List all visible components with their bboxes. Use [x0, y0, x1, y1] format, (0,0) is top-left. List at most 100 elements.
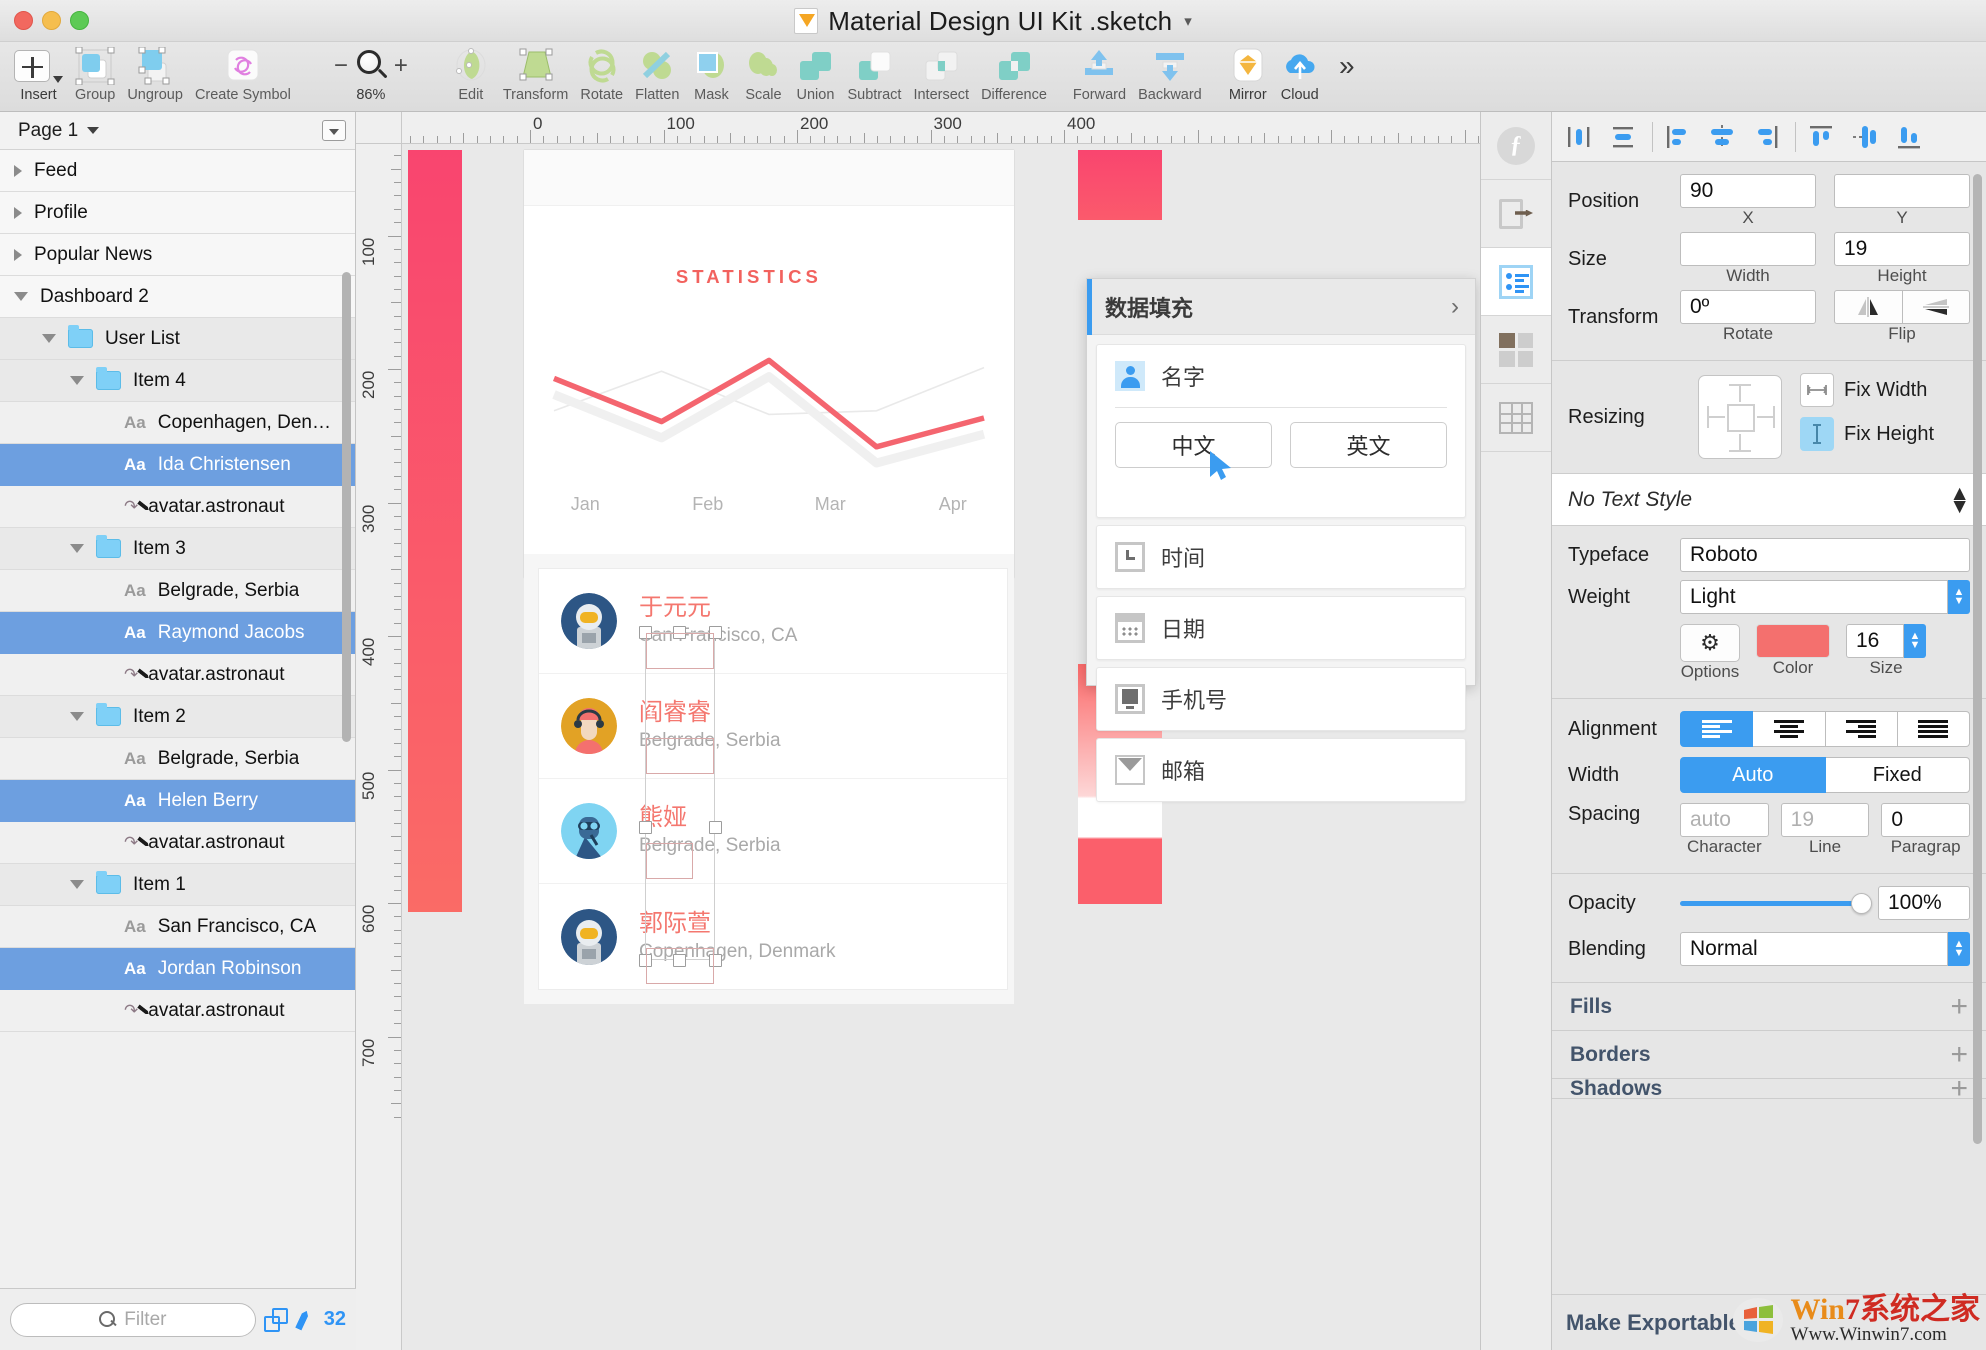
- name-row[interactable]: 名字: [1097, 345, 1465, 407]
- add-border-button[interactable]: +: [1950, 1041, 1968, 1069]
- align-left-icon[interactable]: [1663, 122, 1693, 152]
- line-spacing-input[interactable]: 19: [1781, 803, 1870, 837]
- user-list-row[interactable]: 熊娅Belgrade, Serbia: [539, 779, 1007, 884]
- layer-row[interactable]: ↷avatar.astronaut: [0, 990, 355, 1032]
- data-fill-popup[interactable]: 数据填充 › 名字 中文 英文 时间 日期: [1086, 278, 1476, 686]
- toolbar-rotate[interactable]: Rotate: [574, 42, 629, 112]
- height-input[interactable]: 19: [1834, 232, 1970, 266]
- toolbar-union[interactable]: Union: [789, 42, 841, 112]
- align-text-justify-button[interactable]: [1898, 711, 1970, 747]
- resize-handle[interactable]: [709, 821, 722, 834]
- rail-table[interactable]: [1481, 384, 1551, 452]
- align-text-center-button[interactable]: [1753, 711, 1825, 747]
- disclosure-triangle[interactable]: [70, 712, 84, 721]
- alignment-segmented[interactable]: [1680, 711, 1970, 747]
- weight-select[interactable]: Light: [1680, 580, 1948, 614]
- vertical-ruler[interactable]: 100200300400500600700: [356, 144, 402, 1350]
- borders-section[interactable]: Borders +: [1552, 1031, 1986, 1079]
- toolbar-overflow[interactable]: »: [1326, 42, 1368, 112]
- toolbar-scale[interactable]: Scale: [737, 42, 789, 112]
- user-list-card[interactable]: 于元元San Francisco, CA阎睿睿Belgrade, Serbia熊…: [538, 568, 1008, 990]
- toolbar-difference[interactable]: Difference: [975, 42, 1053, 112]
- disclosure-triangle[interactable]: [70, 376, 84, 385]
- fills-section[interactable]: Fills +: [1552, 983, 1986, 1031]
- align-text-right-button[interactable]: [1826, 711, 1898, 747]
- chinese-button[interactable]: 中文: [1115, 422, 1272, 468]
- disclosure-triangle[interactable]: [14, 207, 22, 219]
- layer-row[interactable]: AaCopenhagen, Den…: [0, 402, 355, 444]
- toolbar-mask[interactable]: Mask: [685, 42, 737, 112]
- disclosure-triangle[interactable]: [14, 292, 28, 301]
- page-selector-bar[interactable]: Page 1: [0, 112, 355, 150]
- toolbar-backward[interactable]: Backward: [1132, 42, 1208, 112]
- text-options-button[interactable]: ⚙: [1680, 624, 1740, 662]
- fix-height-row[interactable]: Fix Height: [1800, 417, 1970, 451]
- shadows-section[interactable]: Shadows +: [1552, 1079, 1986, 1099]
- toolbar-zoom[interactable]: − + 86%: [311, 42, 431, 112]
- phone-item[interactable]: 手机号: [1096, 667, 1466, 731]
- toolbar-cloud[interactable]: Cloud: [1274, 42, 1326, 112]
- statistics-artboard[interactable]: STATISTICS JanFebMarApr: [524, 150, 1014, 578]
- layer-row[interactable]: Item 4: [0, 360, 355, 402]
- distribute-horizontal-icon[interactable]: [1564, 122, 1594, 152]
- toolbar-flatten[interactable]: Flatten: [629, 42, 685, 112]
- page-options-button[interactable]: [322, 120, 346, 141]
- toolbar-insert[interactable]: Insert: [8, 42, 69, 112]
- layer-row[interactable]: Dashboard 2: [0, 276, 355, 318]
- email-item[interactable]: 邮箱: [1096, 738, 1466, 802]
- toolbar-edit[interactable]: Edit: [445, 42, 497, 112]
- layer-row[interactable]: AaSan Francisco, CA: [0, 906, 355, 948]
- layers-scrollbar[interactable]: [342, 272, 351, 742]
- layer-row[interactable]: AaBelgrade, Serbia: [0, 738, 355, 780]
- copies-icon[interactable]: [264, 1308, 288, 1332]
- user-list-row[interactable]: 阎睿睿Belgrade, Serbia: [539, 674, 1007, 779]
- toolbar-mirror[interactable]: Mirror: [1222, 42, 1274, 112]
- align-center-h-icon[interactable]: [1707, 122, 1737, 152]
- zoom-out-icon[interactable]: −: [334, 45, 348, 87]
- inspector-scrollbar[interactable]: [1973, 174, 1982, 1144]
- pink-artboard-corner[interactable]: [1078, 150, 1162, 220]
- distribute-vertical-icon[interactable]: [1608, 122, 1638, 152]
- rail-grid[interactable]: [1481, 316, 1551, 384]
- rotate-input[interactable]: 0º: [1680, 290, 1816, 324]
- align-right-icon[interactable]: [1751, 122, 1781, 152]
- english-button[interactable]: 英文: [1290, 422, 1447, 468]
- toolbar-intersect[interactable]: Intersect: [907, 42, 975, 112]
- layer-row[interactable]: User List: [0, 318, 355, 360]
- align-middle-icon[interactable]: [1850, 122, 1880, 152]
- toolbar-transform[interactable]: Transform: [497, 42, 575, 112]
- typeface-input[interactable]: Roboto: [1680, 538, 1970, 572]
- position-x-input[interactable]: 90: [1680, 174, 1816, 208]
- text-style-selector[interactable]: No Text Style ▲▼: [1552, 474, 1986, 526]
- width-auto-button[interactable]: Auto: [1680, 757, 1826, 793]
- layer-row[interactable]: ↷avatar.astronaut: [0, 654, 355, 696]
- blending-select[interactable]: Normal: [1680, 932, 1948, 966]
- pink-artboard-strip[interactable]: [408, 150, 462, 912]
- horizontal-ruler[interactable]: 0100200300400: [402, 112, 1480, 144]
- layer-row[interactable]: Item 1: [0, 864, 355, 906]
- align-top-icon[interactable]: [1806, 122, 1836, 152]
- flip-vertical-button[interactable]: [1903, 290, 1971, 324]
- layer-list[interactable]: FeedProfilePopular NewsDashboard 2User L…: [0, 150, 355, 1308]
- layer-row[interactable]: AaHelen Berry: [0, 780, 355, 822]
- toolbar-group[interactable]: Group: [69, 42, 121, 112]
- time-item[interactable]: 时间: [1096, 525, 1466, 589]
- font-size-input[interactable]: 16: [1846, 624, 1904, 658]
- toolbar-ungroup[interactable]: Ungroup: [121, 42, 189, 112]
- disclosure-triangle[interactable]: [70, 880, 84, 889]
- user-list-row[interactable]: 郭际萱Copenhagen, Denmark: [539, 884, 1007, 989]
- align-bottom-icon[interactable]: [1894, 122, 1924, 152]
- layer-row[interactable]: Item 3: [0, 528, 355, 570]
- layer-row[interactable]: Popular News: [0, 234, 355, 276]
- rail-export[interactable]: [1481, 180, 1551, 248]
- chevron-updown-icon[interactable]: ▲▼: [1949, 487, 1970, 513]
- chevron-double-right-icon[interactable]: »: [1339, 45, 1355, 87]
- add-fill-button[interactable]: +: [1950, 993, 1968, 1021]
- width-segmented[interactable]: Auto Fixed: [1680, 757, 1970, 793]
- disclosure-triangle[interactable]: [14, 249, 22, 261]
- align-text-left-button[interactable]: [1680, 711, 1753, 747]
- blending-stepper[interactable]: ▲▼: [1948, 932, 1970, 966]
- zoom-in-icon[interactable]: +: [394, 45, 408, 87]
- toolbar-subtract[interactable]: Subtract: [841, 42, 907, 112]
- layer-row[interactable]: Profile: [0, 192, 355, 234]
